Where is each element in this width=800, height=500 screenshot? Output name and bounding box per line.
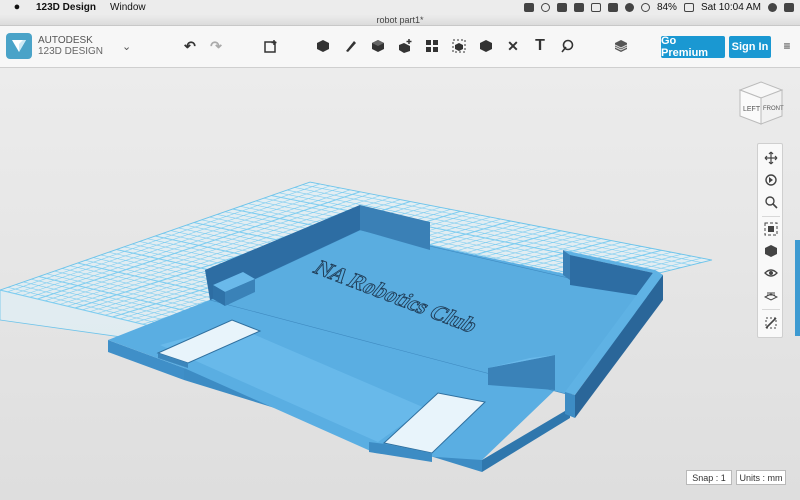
battery-percent: 84% xyxy=(656,1,677,13)
menu-bar: ● 123D Design Window 84% Sat 10:04 AM xyxy=(0,0,800,14)
snap-status[interactable]: Snap : 1 xyxy=(686,470,732,485)
brand-name[interactable]: AUTODESK 123D DESIGN xyxy=(38,35,103,57)
window-menu[interactable]: Window xyxy=(110,2,146,13)
construct-icon[interactable] xyxy=(369,37,387,55)
toolbar: AUTODESK 123D DESIGN ⌄ ↶ ↷ ✕ T Go Premiu… xyxy=(0,26,800,68)
app-logo-icon[interactable] xyxy=(6,33,32,59)
tray-icon-1[interactable] xyxy=(523,2,534,12)
window-title: robot part1* xyxy=(0,14,800,26)
view-cube[interactable]: LEFT FRONT xyxy=(736,78,786,130)
material-view-icon[interactable] xyxy=(762,286,780,304)
text-icon[interactable]: T xyxy=(531,37,549,55)
measure-glyph: ✕ xyxy=(507,37,519,54)
group-icon[interactable] xyxy=(450,37,468,55)
tray-icon-2[interactable] xyxy=(540,2,550,12)
status-icons: 84% Sat 10:04 AM xyxy=(523,0,794,14)
display-icon[interactable] xyxy=(590,2,601,12)
search-icon[interactable] xyxy=(768,2,777,12)
snap-icon[interactable] xyxy=(558,37,576,55)
bluetooth-icon[interactable] xyxy=(607,2,618,12)
go-premium-button[interactable]: Go Premium xyxy=(661,35,725,59)
tray-icon-3[interactable] xyxy=(556,2,567,12)
measure-icon[interactable]: ✕ xyxy=(504,37,522,55)
zoom-icon[interactable] xyxy=(762,193,780,211)
orbit-icon[interactable] xyxy=(762,171,780,189)
redo-icon[interactable]: ↷ xyxy=(207,37,225,55)
time-machine-icon[interactable] xyxy=(624,2,634,12)
apple-menu-icon[interactable]: ● xyxy=(10,1,24,13)
units-status[interactable]: Units : mm xyxy=(736,470,786,485)
transform-icon[interactable] xyxy=(262,37,280,55)
nav-divider xyxy=(762,216,780,217)
battery-icon[interactable] xyxy=(683,2,694,12)
view-mode-icon[interactable] xyxy=(762,242,780,260)
fit-icon[interactable] xyxy=(762,220,780,238)
modify-icon[interactable] xyxy=(396,37,414,55)
scene: NA Robotics Club xyxy=(0,181,713,472)
side-panel-tab[interactable] xyxy=(795,240,800,336)
text-glyph: T xyxy=(535,37,545,54)
undo-icon[interactable]: ↶ xyxy=(181,37,199,55)
primitives-icon[interactable] xyxy=(314,37,332,55)
pan-icon[interactable] xyxy=(762,149,780,167)
combine-icon[interactable] xyxy=(477,37,495,55)
redo-glyph: ↷ xyxy=(210,37,222,54)
app-menu[interactable]: 123D Design xyxy=(36,2,96,13)
3d-viewport[interactable]: NA Robotics Club LEFT FRONT xyxy=(0,68,800,500)
nav-divider-2 xyxy=(762,309,780,310)
undo-glyph: ↶ xyxy=(184,37,196,54)
pattern-icon[interactable] xyxy=(423,37,441,55)
sign-in-button[interactable]: Sign In xyxy=(729,36,771,58)
brand-line-1: AUTODESK xyxy=(38,35,93,46)
clock[interactable]: Sat 10:04 AM xyxy=(701,2,761,13)
view-cube-front-label[interactable]: FRONT xyxy=(763,106,784,112)
wifi-icon[interactable] xyxy=(640,2,650,12)
sketch-icon[interactable] xyxy=(342,37,360,55)
visibility-icon[interactable] xyxy=(762,264,780,282)
more-menu-icon[interactable]: ≡ xyxy=(778,37,796,55)
notification-icon[interactable] xyxy=(784,2,794,12)
navigation-bar xyxy=(757,143,783,338)
brand-line-2: 123D DESIGN xyxy=(38,46,104,57)
view-cube-left-label[interactable]: LEFT xyxy=(743,106,761,113)
camera-icon[interactable] xyxy=(573,2,584,12)
material-icon[interactable] xyxy=(612,37,630,55)
snap-grid-icon[interactable] xyxy=(762,314,780,332)
chevron-down-icon[interactable]: ⌄ xyxy=(122,40,131,53)
